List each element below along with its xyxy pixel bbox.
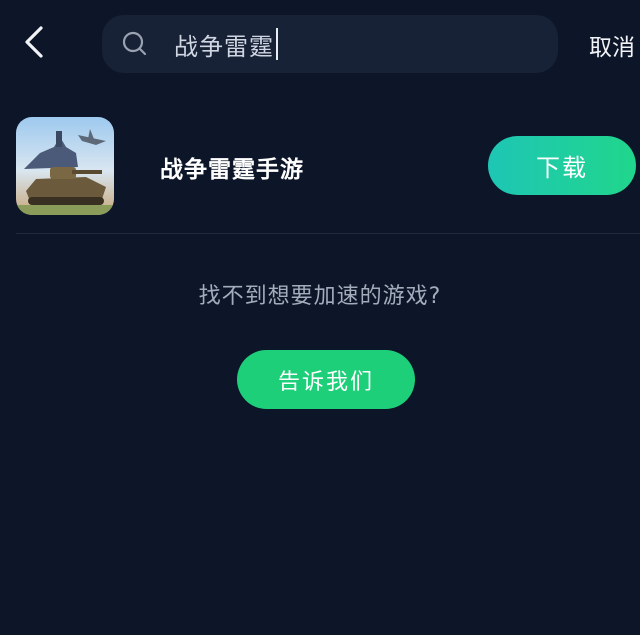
cancel-button[interactable]: 取消 [589, 28, 635, 62]
divider [16, 233, 640, 234]
search-query-text: 战争雷霆 [174, 32, 274, 61]
download-button[interactable]: 下载 [488, 136, 636, 195]
tell-us-button[interactable]: 告诉我们 [237, 350, 415, 409]
not-found-hint: 找不到想要加速的游戏? [198, 284, 442, 309]
search-box[interactable]: 战争雷霆 [102, 15, 558, 73]
search-icon [120, 29, 150, 59]
game-title: 战争雷霆手游 [160, 157, 304, 183]
search-page: 战争雷霆 取消 战争雷霆手游 下载 找不到想要加速的游戏? 告诉我们 [0, 0, 640, 635]
back-button[interactable] [14, 22, 54, 66]
search-result-item[interactable]: 战争雷霆手游 下载 [0, 112, 640, 222]
game-icon [16, 117, 114, 215]
search-input[interactable]: 战争雷霆 [174, 27, 278, 61]
chevron-left-icon [23, 25, 45, 63]
text-caret [276, 28, 278, 60]
